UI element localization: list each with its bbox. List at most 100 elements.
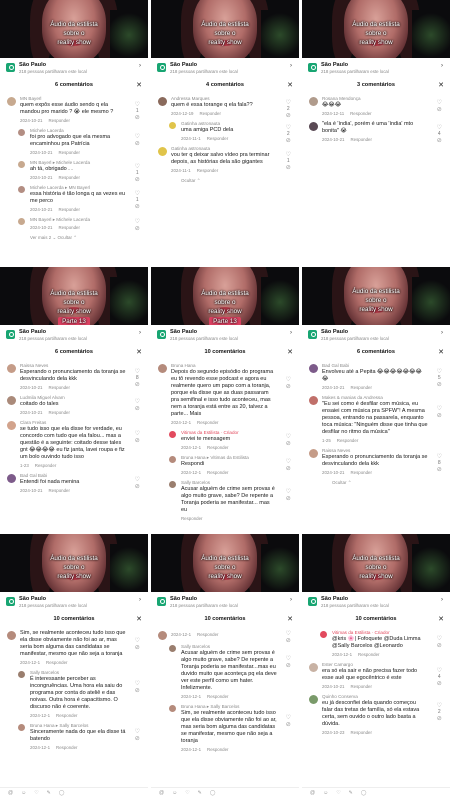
dislike-icon[interactable]: ⊘ [286, 384, 291, 390]
view-more-toggle[interactable]: Ocultar ⌃ [151, 176, 299, 187]
heart-icon[interactable]: ♡ [135, 431, 140, 437]
like-control[interactable]: ♡ ⊘ [286, 377, 291, 390]
like-control[interactable]: ♡ 8 ⊘ [437, 454, 442, 473]
dislike-icon[interactable]: ⊘ [286, 466, 291, 472]
like-control[interactable]: ♡ ⊘ [286, 656, 291, 669]
dislike-icon[interactable]: ⊘ [437, 467, 442, 473]
reply-button[interactable]: Responder [46, 660, 67, 665]
reply-button[interactable]: Responder [56, 713, 77, 718]
close-icon[interactable]: ✕ [287, 615, 293, 623]
close-icon[interactable]: ✕ [136, 81, 142, 89]
close-icon[interactable]: ✕ [438, 615, 444, 623]
input-toolbar-icon[interactable]: ◯ [361, 790, 367, 796]
reply-button[interactable]: Responder [350, 111, 371, 116]
avatar[interactable] [169, 431, 176, 438]
location-bar[interactable]: São Paulo 218 pessoas partilharam este lo… [302, 594, 450, 614]
view-more-toggle[interactable]: Ocultar ⌃ [302, 478, 450, 489]
heart-icon[interactable]: ♡ [135, 477, 140, 483]
dislike-icon[interactable]: ⊘ [135, 688, 140, 694]
dislike-icon[interactable]: ⊘ [135, 484, 140, 490]
comment-input-bar[interactable]: @ ☺ ♡ ✎ ◯ [151, 787, 299, 798]
avatar[interactable] [18, 671, 25, 678]
avatar[interactable] [169, 456, 176, 463]
like-control[interactable]: ♡ ⊘ [135, 134, 140, 147]
like-control[interactable]: ♡ ⊘ [135, 219, 140, 232]
comment-list[interactable]: Rosana Mendonça 😂😂😂 2024-12-11 Responder ♡ ⊘ "… [302, 94, 450, 264]
reply-button[interactable]: Responder [197, 168, 218, 173]
reply-button[interactable]: Responder [350, 730, 371, 735]
avatar[interactable] [309, 364, 318, 373]
reply-button[interactable]: Responder [207, 445, 228, 450]
like-control[interactable]: ♡ ⊘ [135, 399, 140, 412]
like-control[interactable]: ♡ ⊘ [437, 636, 442, 649]
like-control[interactable]: ♡ 2 ⊘ [286, 125, 291, 144]
avatar[interactable] [18, 724, 25, 731]
reply-button[interactable]: Responder [207, 470, 228, 475]
reply-button[interactable]: Responder [207, 136, 228, 141]
reply-button[interactable]: Responder [207, 747, 228, 752]
like-control[interactable]: ♡ 4 ⊘ [437, 125, 442, 144]
video-thumbnail[interactable]: Áudio da estilista sobre o reality show Par… [0, 267, 148, 325]
comment-list[interactable]: Bad Gal Babi Envolveu até a Pepita 😂😂😂😂😂😂… [302, 361, 450, 531]
dislike-icon[interactable]: ⊘ [286, 165, 291, 171]
heart-icon[interactable]: ♡ [286, 489, 291, 495]
input-toolbar-icon[interactable]: @ [310, 790, 315, 796]
reply-button[interactable]: Responder [337, 438, 358, 443]
avatar[interactable] [7, 631, 16, 640]
avatar[interactable] [158, 631, 167, 640]
avatar[interactable] [7, 474, 16, 483]
close-icon[interactable]: ✕ [287, 348, 293, 356]
like-control[interactable]: ♡ ⊘ [286, 715, 291, 728]
close-icon[interactable]: ✕ [287, 81, 293, 89]
avatar[interactable] [309, 122, 318, 131]
video-thumbnail[interactable]: Áudio da estilista sobre o reality show [151, 0, 299, 58]
heart-icon[interactable]: ♡ [135, 219, 140, 225]
dislike-icon[interactable]: ⊘ [286, 663, 291, 669]
video-thumbnail[interactable]: Áudio da estilista sobre o reality show [0, 534, 148, 592]
like-control[interactable]: ♡ 1 ⊘ [135, 102, 140, 121]
reply-button[interactable]: Responder [358, 652, 379, 657]
input-toolbar-icon[interactable]: ☺ [21, 790, 26, 796]
like-control[interactable]: ♡ 4 ⊘ [437, 668, 442, 687]
reply-button[interactable]: Responder [207, 694, 228, 699]
like-control[interactable]: ♡ 5 ⊘ [437, 369, 442, 388]
comment-list[interactable]: Andressa Marques quem é essa torange q el… [151, 94, 299, 264]
dislike-icon[interactable]: ⊘ [437, 138, 442, 144]
dislike-icon[interactable]: ⊘ [286, 441, 291, 447]
heart-icon[interactable]: ♡ [437, 100, 442, 106]
avatar[interactable] [169, 645, 176, 652]
heart-icon[interactable]: ♡ [286, 377, 291, 383]
like-control[interactable]: ♡ ⊘ [437, 406, 442, 419]
dislike-icon[interactable]: ⊘ [135, 382, 140, 388]
input-toolbar-icon[interactable]: ♡ [34, 790, 38, 796]
dislike-icon[interactable]: ⊘ [437, 681, 442, 687]
input-toolbar-icon[interactable]: ◯ [59, 790, 65, 796]
comment-input-bar[interactable]: @ ☺ ♡ ✎ ◯ [0, 787, 148, 798]
location-bar[interactable]: São Paulo 218 pessoas partilharam este lo… [151, 594, 299, 614]
avatar[interactable] [7, 421, 16, 430]
comment-input-bar[interactable]: @ ☺ ♡ ✎ ◯ [302, 787, 450, 798]
like-control[interactable]: ♡ 8 ⊘ [135, 369, 140, 388]
reply-button[interactable]: Responder [48, 488, 69, 493]
dislike-icon[interactable]: ⊘ [437, 107, 442, 113]
reply-button[interactable]: Responder [48, 118, 69, 123]
video-thumbnail[interactable]: Áudio da estilista sobre o reality show [151, 534, 299, 592]
reply-button[interactable]: Responder [58, 175, 79, 180]
location-bar[interactable]: São Paulo 218 pessoas partilharam este lo… [302, 60, 450, 80]
location-bar[interactable]: São Paulo 218 pessoas partilharam este lo… [0, 60, 148, 80]
like-control[interactable]: ♡ ⊘ [286, 434, 291, 447]
view-more-toggle[interactable]: Ver mais 2 ⌄ Ocultar ⌃ [0, 233, 148, 244]
like-control[interactable]: ♡ ⊘ [286, 489, 291, 502]
input-toolbar-icon[interactable]: ✎ [198, 790, 202, 796]
like-control[interactable]: ♡ 1 ⊘ [135, 164, 140, 183]
input-toolbar-icon[interactable]: @ [8, 790, 13, 796]
dislike-icon[interactable]: ⊘ [437, 716, 442, 722]
heart-icon[interactable]: ♡ [135, 681, 140, 687]
heart-icon[interactable]: ♡ [135, 134, 140, 140]
like-control[interactable]: ♡ 2 ⊘ [437, 703, 442, 722]
dislike-icon[interactable]: ⊘ [135, 204, 140, 210]
reply-button[interactable]: Responder [58, 207, 79, 212]
heart-icon[interactable]: ♡ [437, 636, 442, 642]
dislike-icon[interactable]: ⊘ [437, 382, 442, 388]
heart-icon[interactable]: ♡ [286, 434, 291, 440]
